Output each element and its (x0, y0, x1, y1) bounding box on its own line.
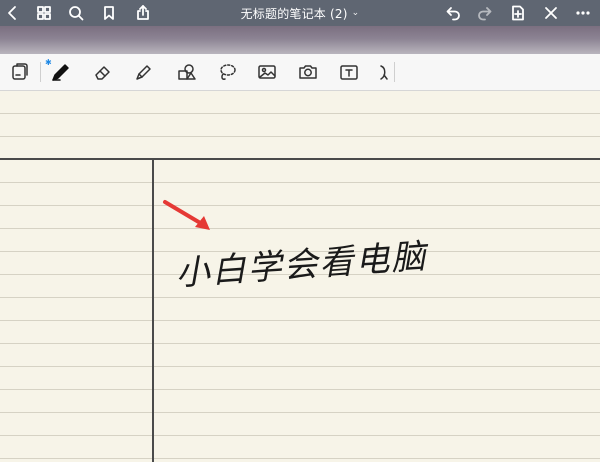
shapes-icon[interactable] (172, 58, 200, 86)
redo-icon[interactable] (472, 0, 498, 26)
page-toggle-icon[interactable] (5, 58, 33, 86)
highlighter-icon[interactable] (129, 58, 157, 86)
add-page-icon[interactable] (505, 0, 531, 26)
close-icon[interactable] (538, 0, 564, 26)
tab-strip-background (0, 26, 600, 54)
eraser-icon[interactable] (89, 58, 117, 86)
drawing-toolbar (0, 54, 600, 138)
chevron-down-icon: ⌄ (351, 8, 360, 18)
header-rule-line (0, 158, 600, 160)
image-icon[interactable] (253, 58, 281, 86)
top-navigation-bar: 无标题的笔记本 (2) ⌄ (0, 0, 600, 26)
margin-rule-line (152, 159, 154, 462)
laser-icon[interactable] (372, 58, 392, 86)
bluetooth-icon: ✱ (45, 58, 52, 67)
more-icon[interactable] (570, 0, 596, 26)
lasso-icon[interactable] (213, 58, 241, 86)
text-icon[interactable] (335, 58, 363, 86)
undo-icon[interactable] (440, 0, 466, 26)
red-arrow-annotation (163, 200, 210, 230)
notebook-title-text: 无标题的笔记本 (2) (240, 6, 348, 21)
toolbar-divider (394, 62, 395, 82)
toolbar-divider (40, 62, 41, 82)
camera-icon[interactable] (294, 58, 322, 86)
